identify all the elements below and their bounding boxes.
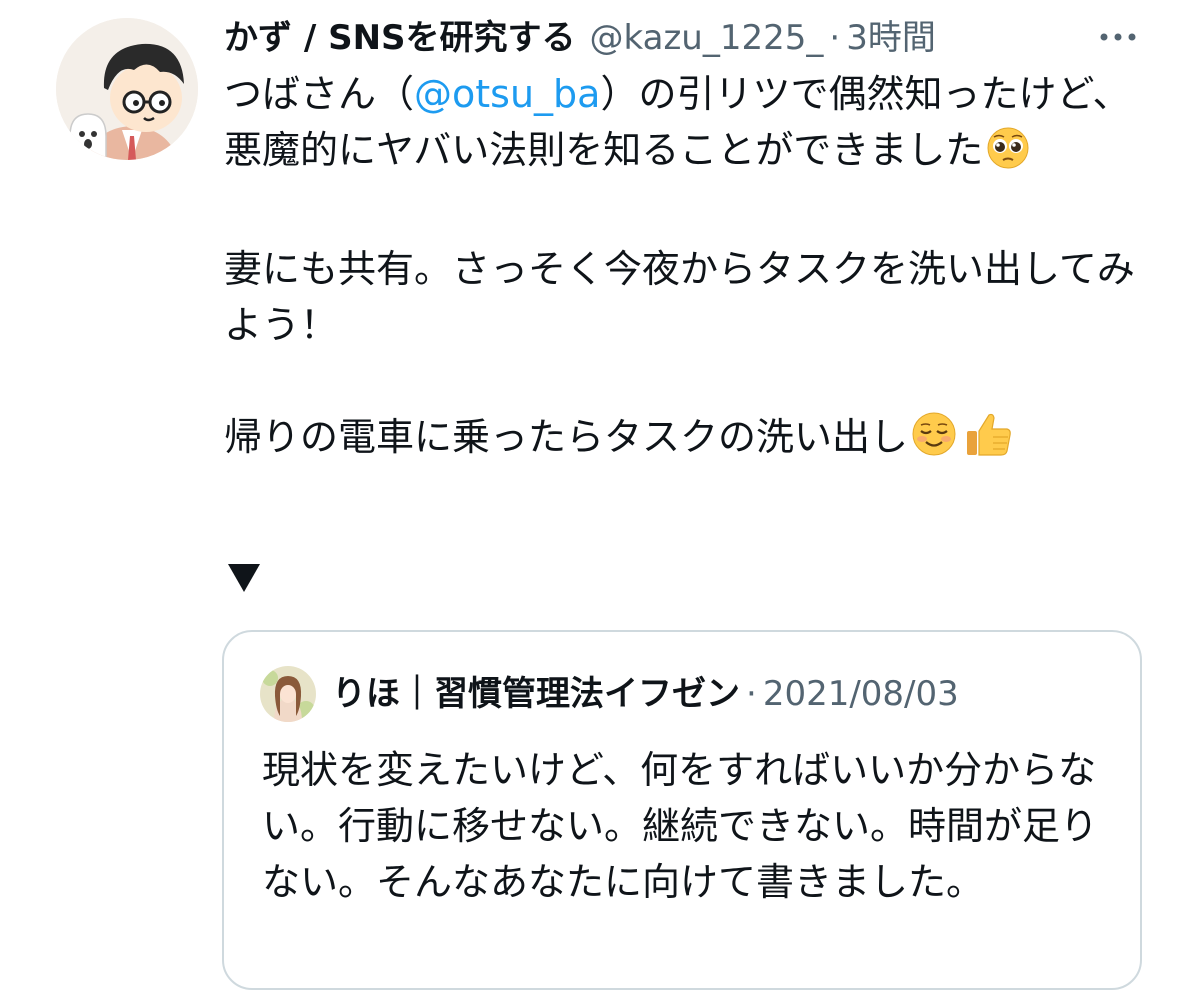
tweet-header: かず / SNSを研究する @kazu_1225_ · 3時間 (224, 12, 1184, 64)
quoted-separator: · (746, 674, 757, 714)
avatar-illustration (56, 18, 198, 160)
pleading-face-emoji (986, 126, 1030, 185)
quoted-tweet-date: 2021/08/03 (762, 674, 959, 714)
quoted-author-name[interactable]: りほ｜習慣管理法イフゼン (332, 674, 740, 714)
thumbs-up-emoji (963, 411, 1013, 472)
quoted-tweet-text: 現状を変えたいけど、何をすればいいか分からない。行動に移せない。継続できない。時… (262, 748, 1099, 904)
author-handle[interactable]: @kazu_1225_ (590, 18, 824, 58)
tweet-text: つばさん（@otsu_ba）の引リツで偶然知ったけど、悪魔的にヤバい法則を知るこ… (224, 66, 1144, 472)
author-avatar[interactable] (56, 18, 198, 160)
mention-link[interactable]: @otsu_ba (414, 72, 600, 116)
smiling-face-emoji (911, 411, 957, 472)
down-triangle-icon (224, 558, 264, 598)
paragraph-3-text: 帰りの電車に乗ったらタスクの洗い出し (224, 415, 909, 459)
quoted-author-avatar[interactable] (260, 666, 316, 722)
quoted-tweet-header: りほ｜習慣管理法イフゼン · 2021/08/03 (332, 670, 1112, 718)
more-horizontal-icon[interactable] (1098, 22, 1138, 52)
tweet-paragraph-2: 妻にも共有。さっそく今夜からタスクを洗い出してみよう！ (224, 247, 1135, 347)
paragraph-1-text-pre: つばさん（ (224, 72, 415, 116)
tweet-time[interactable]: 3時間 (846, 18, 936, 58)
header-separator: · (829, 18, 841, 58)
author-display-name[interactable]: かず / SNSを研究する (224, 18, 576, 58)
tweet-paragraph-1: つばさん（@otsu_ba）の引リツで偶然知ったけど、悪魔的にヤバい法則を知るこ… (224, 66, 1144, 185)
quoted-tweet-card[interactable]: りほ｜習慣管理法イフゼン · 2021/08/03 現状を変えたいけど、何をすればい… (222, 630, 1142, 990)
tweet-paragraph-3: 帰りの電車に乗ったらタスクの洗い出し (224, 409, 1144, 472)
